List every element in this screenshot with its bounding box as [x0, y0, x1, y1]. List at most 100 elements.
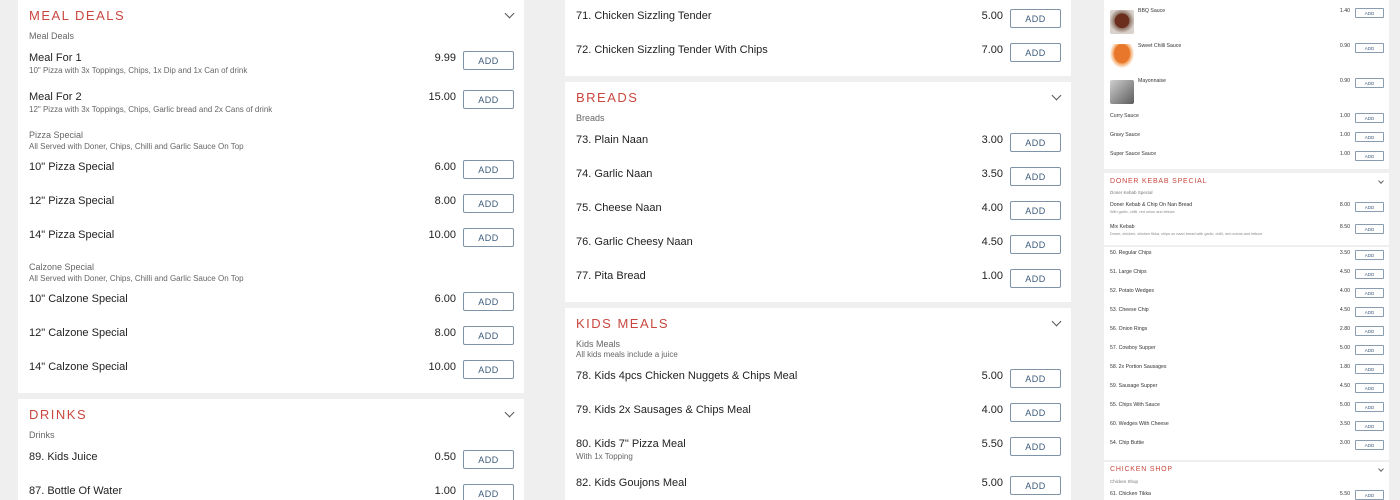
- section-title[interactable]: BREADS: [576, 90, 638, 105]
- item-price: 4.50: [1339, 269, 1350, 275]
- add-button[interactable]: ADD: [1355, 307, 1384, 317]
- add-button[interactable]: ADD: [463, 51, 514, 70]
- chevron-down-icon[interactable]: [1378, 466, 1384, 472]
- add-button[interactable]: ADD: [1355, 345, 1384, 355]
- add-button[interactable]: ADD: [1010, 167, 1061, 186]
- item-price: 9.99: [434, 52, 456, 64]
- add-button[interactable]: ADD: [1355, 151, 1384, 161]
- sweet-chilli-sauce-image: [1110, 44, 1134, 68]
- item-name: 71. Chicken Sizzling Tender: [576, 10, 712, 22]
- chevron-down-icon[interactable]: [504, 407, 515, 418]
- item-name: 61. Chicken Tikka: [1110, 491, 1151, 497]
- section-title[interactable]: DONER KEBAB SPECIAL: [1110, 178, 1207, 185]
- add-button[interactable]: ADD: [1355, 132, 1384, 142]
- section-title[interactable]: MEAL DEALS: [29, 8, 125, 23]
- item-price: 10.00: [428, 229, 456, 241]
- item-price: 0.90: [1339, 78, 1350, 84]
- add-button[interactable]: ADD: [1355, 490, 1384, 500]
- add-button[interactable]: ADD: [1010, 269, 1061, 288]
- section-drinks: DRINKS Drinks 89. Kids Juice 0.50 ADD 87…: [18, 399, 524, 500]
- section-title[interactable]: CHICKEN SHOP: [1110, 466, 1173, 473]
- chevron-down-icon[interactable]: [504, 8, 515, 19]
- group-description: All Served with Doner, Chips, Chilli and…: [29, 142, 244, 151]
- add-button[interactable]: ADD: [1355, 421, 1384, 431]
- item-name: 51. Large Chips: [1110, 269, 1147, 275]
- section-title[interactable]: KIDS MEALS: [576, 316, 669, 331]
- item-name: Doner Kebab & Chip On Nan Bread: [1110, 202, 1193, 208]
- item-price: 8.00: [1339, 202, 1350, 208]
- add-button[interactable]: ADD: [1010, 133, 1061, 152]
- item-name: 73. Plain Naan: [576, 134, 649, 146]
- section-description: All kids meals include a juice: [576, 350, 678, 359]
- add-button[interactable]: ADD: [1010, 476, 1061, 495]
- add-button[interactable]: ADD: [1355, 402, 1384, 412]
- item-name: 12" Calzone Special: [29, 327, 128, 339]
- item-price: 1.80: [1339, 364, 1350, 370]
- item-name: BBQ Sauce: [1138, 8, 1166, 14]
- add-button[interactable]: ADD: [1355, 202, 1384, 212]
- add-button[interactable]: ADD: [1355, 224, 1384, 234]
- chevron-down-icon[interactable]: [1051, 316, 1062, 327]
- add-button[interactable]: ADD: [463, 194, 514, 213]
- add-button[interactable]: ADD: [463, 160, 514, 179]
- item-name: 72. Chicken Sizzling Tender With Chips: [576, 44, 768, 56]
- add-button[interactable]: ADD: [1010, 201, 1061, 220]
- item-description: 12" Pizza with 3x Toppings, Chips, Garli…: [29, 105, 273, 114]
- chevron-down-icon[interactable]: [1051, 90, 1062, 101]
- item-name: 89. Kids Juice: [29, 451, 98, 463]
- item-price: 5.50: [1339, 491, 1350, 497]
- item-name: 75. Cheese Naan: [576, 202, 662, 214]
- item-name: Mix Kebab: [1110, 224, 1135, 230]
- add-button[interactable]: ADD: [1355, 8, 1384, 18]
- section-sides: 50. Regular Chips 3.50 ADD 51. Large Chi…: [1104, 247, 1389, 460]
- add-button[interactable]: ADD: [1355, 288, 1384, 298]
- item-name: Super Sauce Sauce: [1110, 151, 1157, 157]
- section-title[interactable]: DRINKS: [29, 407, 87, 422]
- add-button[interactable]: ADD: [1355, 440, 1384, 450]
- add-button[interactable]: ADD: [463, 450, 514, 469]
- add-button[interactable]: ADD: [1355, 269, 1384, 279]
- add-button[interactable]: ADD: [1010, 235, 1061, 254]
- add-button[interactable]: ADD: [1010, 403, 1061, 422]
- add-button[interactable]: ADD: [463, 484, 514, 500]
- item-name: 54. Chip Buttie: [1110, 440, 1145, 446]
- item-price: 1.40: [1339, 8, 1350, 14]
- item-name: 10" Calzone Special: [29, 293, 128, 305]
- add-button[interactable]: ADD: [1355, 78, 1384, 88]
- chevron-down-icon[interactable]: [1378, 178, 1384, 184]
- add-button[interactable]: ADD: [1355, 250, 1384, 260]
- item-name: 87. Bottle Of Water: [29, 485, 123, 497]
- add-button[interactable]: ADD: [463, 90, 514, 109]
- add-button[interactable]: ADD: [463, 228, 514, 247]
- add-button[interactable]: ADD: [1010, 369, 1061, 388]
- item-price: 8.00: [434, 327, 456, 339]
- item-name: 79. Kids 2x Sausages & Chips Meal: [576, 404, 751, 416]
- item-name: Sweet Chilli Sauce: [1138, 43, 1182, 49]
- add-button[interactable]: ADD: [1010, 437, 1061, 456]
- add-button[interactable]: ADD: [463, 292, 514, 311]
- add-button[interactable]: ADD: [1355, 326, 1384, 336]
- section-subtitle: Drinks: [29, 430, 55, 440]
- add-button[interactable]: ADD: [1355, 43, 1384, 53]
- add-button[interactable]: ADD: [1355, 364, 1384, 374]
- add-button[interactable]: ADD: [1355, 113, 1384, 123]
- item-price: 3.00: [981, 134, 1003, 146]
- item-name: 53. Cheese Chip: [1110, 307, 1149, 313]
- add-button[interactable]: ADD: [463, 360, 514, 379]
- section-subtitle: Meal Deals: [29, 31, 75, 41]
- item-price: 3.50: [1339, 421, 1350, 427]
- item-price: 3.50: [981, 168, 1003, 180]
- add-button[interactable]: ADD: [463, 326, 514, 345]
- item-description: With garlic, chilli, red onion and lettu…: [1110, 210, 1175, 214]
- add-button[interactable]: ADD: [1010, 43, 1061, 62]
- add-button[interactable]: ADD: [1010, 9, 1061, 28]
- item-name: Gravy Sauce: [1110, 132, 1140, 138]
- item-name: 82. Kids Goujons Meal: [576, 477, 687, 489]
- group-description: All Served with Doner, Chips, Chilli and…: [29, 274, 244, 283]
- item-price: 4.00: [981, 404, 1003, 416]
- item-name: 60. Wedges With Cheese: [1110, 421, 1169, 427]
- item-price: 4.50: [1339, 383, 1350, 389]
- item-price: 1.00: [1339, 151, 1350, 157]
- section-subtitle: Doner Kebab Special: [1110, 190, 1153, 195]
- add-button[interactable]: ADD: [1355, 383, 1384, 393]
